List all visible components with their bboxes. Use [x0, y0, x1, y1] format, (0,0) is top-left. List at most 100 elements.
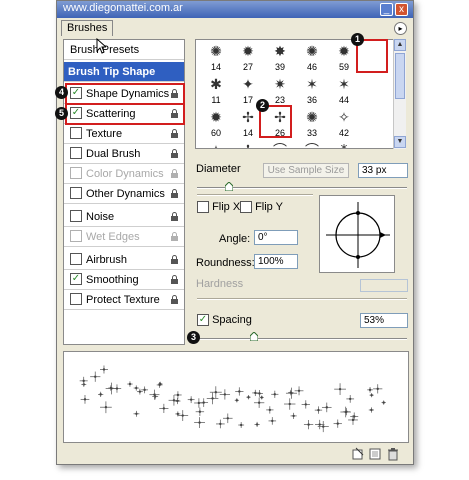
scatter-mark: [254, 421, 260, 428]
diameter-label: Diameter: [196, 163, 241, 175]
scatter-mark: [127, 381, 133, 387]
spacing-slider-thumb[interactable]: [249, 332, 258, 341]
lock-icon[interactable]: [170, 275, 179, 284]
scatter-mark: [90, 371, 101, 382]
brush-preset[interactable]: ✢70: [232, 139, 264, 148]
spacing-check-box[interactable]: ✓: [197, 314, 209, 327]
scatter-mark: [368, 407, 375, 413]
scatter-mark: [80, 395, 90, 404]
brush-tip-icon: ✹: [242, 43, 254, 59]
lock-icon[interactable]: [170, 129, 179, 138]
brush-preset[interactable]: ✧55: [200, 139, 232, 148]
scatter-mark: [238, 422, 245, 428]
title-bar[interactable]: www.diegomattei.com.ar _ x: [57, 1, 413, 18]
brush-tip-shape-item[interactable]: Brush Tip Shape: [64, 62, 184, 82]
brush-presets-item[interactable]: Brush Presets: [64, 40, 184, 60]
brush-preset[interactable]: ⌒: [296, 139, 328, 148]
sidebar-item-airbrush[interactable]: Airbrush: [64, 250, 184, 270]
brush-preset[interactable]: ✶ 36: [296, 73, 328, 106]
brush-tip-icon: ✶: [338, 76, 350, 92]
lock-icon[interactable]: [170, 295, 179, 304]
trash-icon[interactable]: [386, 447, 400, 461]
lock-icon[interactable]: [170, 169, 179, 178]
brush-preset[interactable]: ✶ 44: [328, 73, 360, 106]
sidebar-item-smoothing[interactable]: ✓ Smoothing: [64, 270, 184, 290]
roundness-field[interactable]: 100%: [254, 254, 298, 269]
brush-preset[interactable]: ✹ 27: [232, 40, 264, 73]
scatter-mark: [268, 417, 277, 425]
lock-icon[interactable]: [170, 232, 179, 241]
brush-preset[interactable]: ⁂: [328, 139, 360, 148]
flip-x-box[interactable]: [197, 201, 209, 214]
lock-icon[interactable]: [170, 255, 179, 264]
checkbox[interactable]: [70, 127, 82, 140]
close-button[interactable]: x: [395, 3, 408, 16]
angle-crosshair-icon[interactable]: [320, 196, 396, 274]
brush-tip-icon: ✺: [306, 43, 318, 59]
spacing-slider[interactable]: [197, 338, 407, 340]
lock-icon[interactable]: [170, 149, 179, 158]
palette-menu-icon[interactable]: ▸: [394, 22, 407, 35]
brush-tip-icon: ✱: [210, 76, 222, 92]
brush-tip-icon: ⁂: [328, 139, 360, 148]
flip-y-box[interactable]: [240, 201, 252, 214]
diameter-slider-thumb[interactable]: [224, 182, 233, 191]
lock-icon[interactable]: [170, 189, 179, 198]
brush-preset[interactable]: ⌒: [264, 139, 296, 148]
divider: [197, 298, 407, 300]
scroll-thumb[interactable]: [395, 53, 405, 99]
brush-size-label: 46: [306, 62, 317, 72]
flip-x-checkbox[interactable]: Flip X: [197, 201, 240, 214]
checkbox[interactable]: [70, 253, 82, 266]
checkbox[interactable]: [70, 187, 82, 200]
sidebar-item-label: Airbrush: [86, 254, 127, 266]
checkbox[interactable]: [70, 293, 82, 306]
scatter-mark: [194, 417, 206, 429]
scatter-mark: [216, 419, 225, 429]
scatter-mark: [209, 386, 222, 399]
diameter-field[interactable]: 33 px: [358, 163, 408, 178]
new-brush-icon[interactable]: [368, 447, 382, 461]
flip-y-label: Flip Y: [255, 201, 283, 213]
scatter-mark: [321, 402, 332, 413]
brush-size-label: 11: [211, 95, 221, 105]
angle-roundness-widget[interactable]: [319, 195, 395, 273]
brush-preset[interactable]: ✹ 60: [200, 106, 232, 139]
brush-preset[interactable]: ✺ 46: [296, 40, 328, 73]
checkbox[interactable]: [70, 210, 82, 223]
brush-preset[interactable]: ✱ 11: [200, 73, 232, 106]
scroll-up-button[interactable]: ▲: [394, 39, 406, 51]
scatter-mark: [133, 410, 140, 417]
brush-preset[interactable]: ✧ 42: [328, 106, 360, 139]
sidebar-item-texture[interactable]: Texture: [64, 124, 184, 144]
sidebar-item-dual-brush[interactable]: Dual Brush: [64, 144, 184, 164]
sidebar-item-other-dynamics[interactable]: Other Dynamics: [64, 184, 184, 204]
brush-preset[interactable]: ✺ 33: [296, 106, 328, 139]
lock-icon[interactable]: [170, 212, 179, 221]
angle-field[interactable]: 0°: [254, 230, 298, 245]
sidebar-item-noise[interactable]: Noise: [64, 207, 184, 227]
scatter-mark: [187, 396, 195, 404]
brush-preset[interactable]: ✸ 39: [264, 40, 296, 73]
brush-preset[interactable]: ✷ 23: [264, 73, 296, 106]
scatter-mark: [290, 412, 297, 419]
use-sample-size-button[interactable]: Use Sample Size: [263, 163, 349, 178]
grid-scrollbar[interactable]: ▲ ▼: [393, 39, 406, 149]
scatter-mark: [149, 389, 160, 400]
brush-tip-icon: ✦: [242, 76, 254, 92]
scatter-mark: [174, 398, 181, 405]
checkbox: [70, 167, 82, 180]
checkbox[interactable]: ✓: [70, 273, 82, 286]
minimize-button[interactable]: _: [380, 3, 393, 16]
toggle-brush-icon[interactable]: [351, 447, 365, 461]
spacing-field[interactable]: 53%: [360, 313, 408, 328]
scatter-mark: [199, 398, 209, 407]
scatter-mark: [177, 410, 189, 421]
sidebar-item-protect-texture[interactable]: Protect Texture: [64, 290, 184, 310]
flip-y-checkbox[interactable]: Flip Y: [240, 201, 283, 214]
checkbox[interactable]: [70, 147, 82, 160]
scroll-down-button[interactable]: ▼: [394, 136, 406, 148]
spacing-checkbox[interactable]: ✓ Spacing: [197, 314, 252, 327]
brush-preset[interactable]: ✺ 14: [200, 40, 232, 73]
tab-brushes[interactable]: Brushes: [61, 20, 113, 36]
